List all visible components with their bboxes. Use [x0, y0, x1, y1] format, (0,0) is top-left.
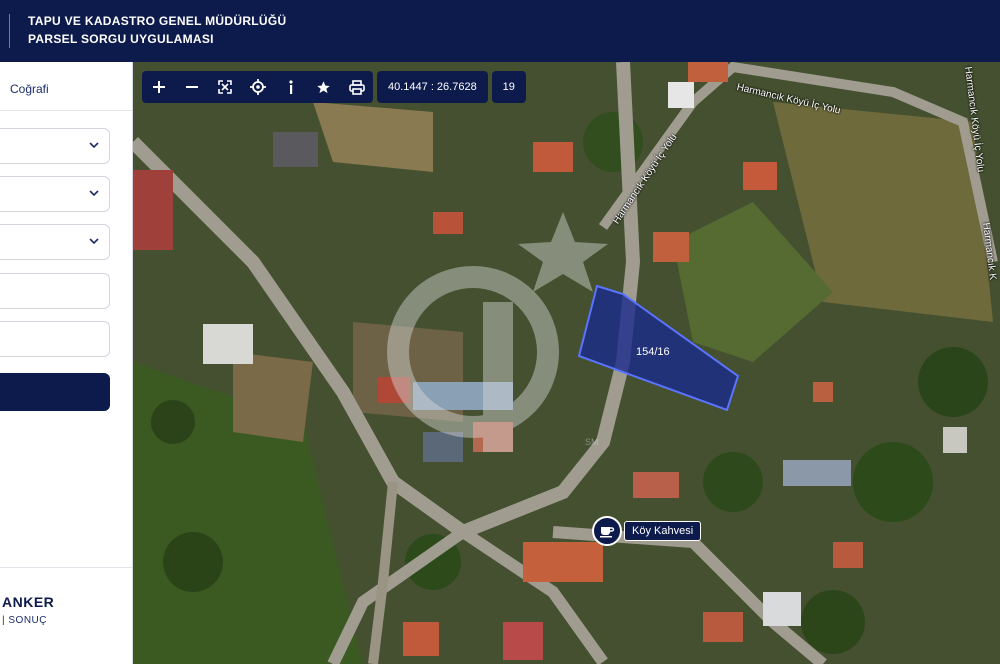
zoom-out-button[interactable]	[175, 71, 208, 103]
sidebar-divider	[0, 567, 132, 568]
query-sidebar: Coğrafi ANKER | SONUÇ	[0, 62, 133, 664]
province-select[interactable]	[0, 128, 110, 164]
chevron-down-icon	[89, 190, 99, 197]
fullscreen-button[interactable]	[208, 71, 241, 103]
block-input[interactable]	[0, 273, 110, 309]
fullscreen-icon	[217, 80, 232, 94]
info-icon	[288, 80, 293, 94]
coffee-cup-icon	[600, 527, 615, 538]
poi-marker[interactable]: Köy Kahvesi	[592, 516, 702, 546]
info-button[interactable]	[274, 71, 307, 103]
coordinates-display: 40.1447 : 26.7628	[377, 71, 488, 103]
zoom-in-button[interactable]	[142, 71, 175, 103]
minus-icon	[185, 86, 198, 88]
svg-text:SM: SM	[585, 437, 599, 447]
star-icon	[317, 80, 330, 93]
map-imagery: SM	[133, 62, 1000, 664]
locate-icon	[249, 79, 266, 95]
header-divider	[9, 14, 10, 48]
app-subtitle: PARSEL SORGU UYGULAMASI	[28, 32, 214, 46]
query-button[interactable]	[0, 373, 110, 411]
chevron-down-icon	[89, 238, 99, 245]
district-select[interactable]	[0, 176, 110, 212]
satellite-map[interactable]: SM 154/16 Harmancık Köyü İç Yolu Harmanc…	[133, 62, 1000, 664]
plus-icon	[152, 81, 165, 93]
chevron-down-icon	[89, 142, 99, 149]
print-button[interactable]	[340, 71, 373, 103]
parcel-number-label: 154/16	[636, 346, 670, 358]
map-toolbar: 40.1447 : 26.7628 19	[142, 71, 526, 103]
poi-pin[interactable]	[592, 516, 622, 546]
app-title: TAPU VE KADASTRO GENEL MÜDÜRLÜĞÜ	[28, 14, 287, 28]
brand-subtitle: | SONUÇ	[2, 615, 47, 626]
brand-name: ANKER	[2, 594, 55, 610]
tab-geographic[interactable]: Coğrafi	[10, 82, 49, 96]
parcel-input[interactable]	[0, 321, 110, 357]
zoom-level-display: 19	[491, 71, 526, 103]
locate-button[interactable]	[241, 71, 274, 103]
app-header: TAPU VE KADASTRO GENEL MÜDÜRLÜĞÜ PARSEL …	[0, 0, 1000, 62]
tab-divider	[0, 110, 132, 111]
poi-label: Köy Kahvesi	[624, 521, 702, 541]
neighborhood-select[interactable]	[0, 224, 110, 260]
favorite-button[interactable]	[307, 71, 340, 103]
print-icon	[348, 79, 365, 95]
map-tool-group	[142, 71, 373, 103]
